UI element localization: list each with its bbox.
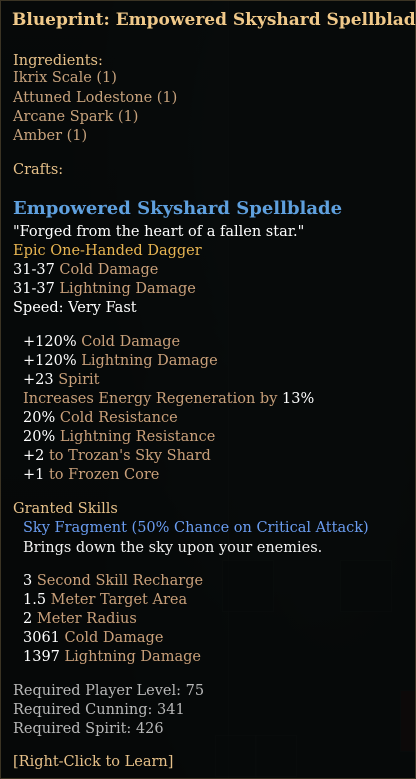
- stat-label: to Trozan's Sky Shard: [44, 448, 211, 464]
- stat-label: Lightning Damage: [76, 353, 218, 369]
- requirement-value: 75: [185, 683, 205, 699]
- base-stat: Speed: Very Fast: [13, 299, 137, 318]
- bonus-stat: +23 Spirit: [23, 371, 99, 390]
- skill-stat: 1397 Lightning Damage: [23, 648, 201, 667]
- stat-value: 13%: [282, 391, 315, 407]
- stat-label: Spirit: [53, 372, 100, 388]
- stat-label: Cold Resistance: [55, 410, 178, 426]
- skill-stat: 3061 Cold Damage: [23, 629, 163, 648]
- stat-value: 1397: [23, 649, 60, 665]
- bonus-stat: +120% Cold Damage: [23, 333, 180, 352]
- bonus-stat: 20% Cold Resistance: [23, 409, 178, 428]
- stat-value: 1.5: [23, 592, 47, 608]
- stat-label: Meter Target Area: [46, 592, 188, 608]
- requirement-cunning: Required Cunning: 341: [13, 701, 185, 720]
- stat-value: 3061: [23, 630, 60, 646]
- base-stat: 31-37 Lightning Damage: [13, 280, 196, 299]
- stat-value: +2: [23, 448, 45, 464]
- stat-value: 2: [23, 611, 33, 627]
- stat-label: Cold Damage: [76, 334, 181, 350]
- requirement-label: Required Spirit:: [13, 721, 136, 737]
- item-tooltip: Blueprint: Empowered Skyshard Spellblade…: [0, 0, 416, 779]
- bonus-stat: +1 to Frozen Core: [23, 466, 159, 485]
- stat-label: Second Skill Recharge: [32, 573, 204, 589]
- ingredient-item: Attuned Lodestone (1): [13, 90, 178, 106]
- item-flavor-text: "Forged from the heart of a fallen star.…: [13, 224, 305, 240]
- tooltip-title: Blueprint: Empowered Skyshard Spellblade: [12, 10, 416, 30]
- requirement-label: Required Cunning:: [13, 702, 158, 718]
- skill-description: Brings down the sky upon your enemies.: [23, 540, 323, 556]
- stat-value: +1: [23, 467, 45, 483]
- requirement-value: 426: [135, 721, 164, 737]
- bonus-stat: Increases Energy Regeneration by 13%: [23, 390, 314, 409]
- ingredient-item: Arcane Spark (1): [13, 109, 139, 125]
- stat-value: 20%: [23, 429, 56, 445]
- item-rarity-type: Epic One-Handed Dagger: [13, 243, 202, 259]
- granted-skills-header: Granted Skills: [13, 501, 118, 517]
- crafts-header: Crafts:: [13, 162, 64, 178]
- requirement-spirit: Required Spirit: 426: [13, 720, 164, 739]
- base-stat: 31-37 Cold Damage: [13, 261, 158, 280]
- stat-label: Lightning Damage: [54, 281, 196, 297]
- stat-label: Cold Damage: [59, 630, 164, 646]
- requirement-player-level: Required Player Level: 75: [13, 682, 204, 701]
- stat-label: Cold Damage: [54, 262, 159, 278]
- stat-value: Speed:: [13, 300, 64, 316]
- stat-value: 20%: [23, 410, 56, 426]
- stat-value: 31-37: [13, 262, 55, 278]
- skill-name: Sky Fragment (50% Chance on Critical Att…: [23, 520, 369, 536]
- stat-label: Meter Radius: [32, 611, 137, 627]
- requirement-label: Required Player Level:: [13, 683, 186, 699]
- stat-value: +120%: [23, 353, 77, 369]
- stat-label: Lightning Resistance: [55, 429, 216, 445]
- item-name: Empowered Skyshard Spellblade: [13, 198, 343, 219]
- skill-stat: 2 Meter Radius: [23, 610, 137, 629]
- stat-value: 31-37: [13, 281, 55, 297]
- stat-label: Lightning Damage: [59, 649, 201, 665]
- stat-label: Very Fast: [63, 300, 137, 316]
- bonus-stat: +2 to Trozan's Sky Shard: [23, 447, 211, 466]
- stat-value: 3: [23, 573, 33, 589]
- skill-stat: 3 Second Skill Recharge: [23, 572, 203, 591]
- requirement-value: 341: [157, 702, 185, 718]
- ingredient-item: Ikrix Scale (1): [13, 70, 117, 86]
- skill-stat: 1.5 Meter Target Area: [23, 591, 187, 610]
- stat-value: +120%: [23, 334, 77, 350]
- stat-label: Increases Energy Regeneration by: [23, 391, 283, 407]
- bonus-stat: 20% Lightning Resistance: [23, 428, 215, 447]
- stat-label: to Frozen Core: [44, 467, 160, 483]
- learn-hint: [Right-Click to Learn]: [13, 754, 174, 770]
- stat-value: +23: [23, 372, 54, 388]
- ingredient-item: Amber (1): [13, 128, 88, 144]
- bonus-stat: +120% Lightning Damage: [23, 352, 218, 371]
